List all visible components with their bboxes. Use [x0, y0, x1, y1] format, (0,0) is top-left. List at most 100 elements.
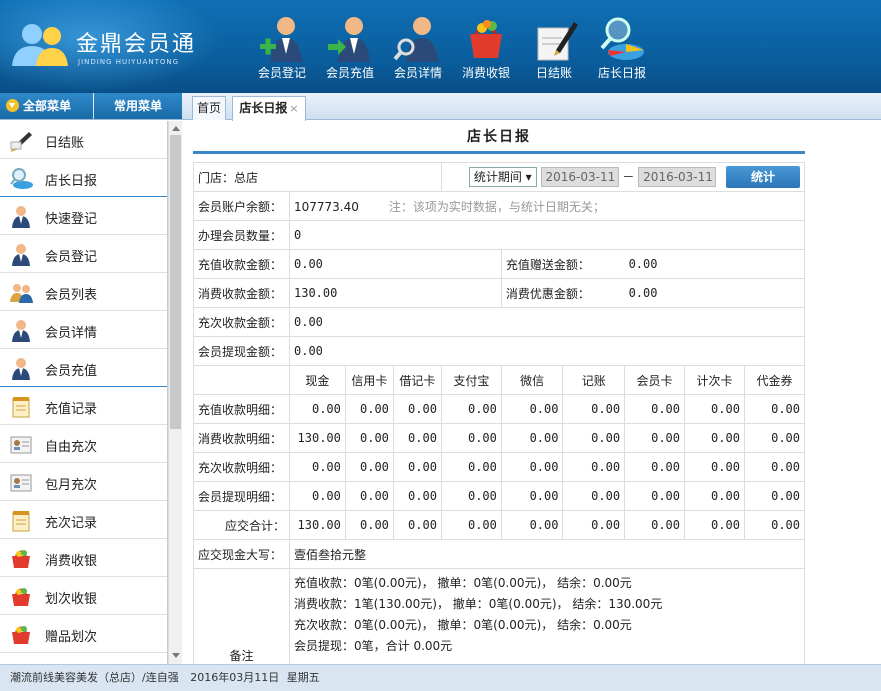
page-title: 店长日报	[193, 121, 805, 154]
cashier-basket-icon	[470, 20, 502, 58]
sidebar-item-label: 划次收银	[45, 592, 98, 607]
basket-icon	[12, 588, 30, 606]
withdraw-label: 会员提现金额：	[193, 336, 290, 366]
consume-value: 130.00	[289, 278, 502, 308]
tab-common-menu[interactable]: 常用菜单	[94, 93, 182, 119]
table-cell: 0.00	[392, 452, 442, 482]
remark-line: 消费收款：1笔(130.00元)， 撤单：0笔(0.00元)， 结余：130.0…	[294, 597, 663, 611]
date-from-input[interactable]: 2016-03-11	[540, 167, 619, 187]
tab-all-menu[interactable]: 全部菜单	[0, 93, 93, 119]
recharge-gift-value: 0.00	[624, 249, 805, 279]
table-cell: 0.00	[562, 481, 626, 511]
daily-settle-icon	[537, 22, 578, 61]
table-cell: 0.00	[624, 481, 686, 511]
column-header: 借记卡	[392, 365, 442, 395]
table-row: 会员提现明细： 0.00 0.00 0.00 0.00 0.00 0.00 0.00 0.00 0…	[193, 481, 806, 511]
nav-daily-settle[interactable]: 日结账	[520, 14, 588, 84]
consume-label: 消费收款金额：	[193, 278, 290, 308]
sidebar-item[interactable]: 包月充次	[0, 463, 167, 501]
period-select[interactable]: 统计期间 ▾	[468, 167, 537, 187]
sidebar-item[interactable]: 会员登记	[0, 235, 167, 273]
sidebar-item[interactable]: 会员列表	[0, 273, 167, 311]
row-label: 会员提现明细：	[193, 481, 290, 511]
nav-manager-report[interactable]: 店长日报	[588, 14, 656, 84]
close-icon[interactable]: ×	[289, 102, 298, 115]
notepad-icon	[12, 511, 30, 532]
sidebar-item[interactable]: 店长日报	[0, 159, 167, 197]
nav-label: 消费收银	[461, 66, 510, 80]
sidebar-item-label: 包月充次	[45, 478, 98, 493]
report-table: 门店：总店 统计期间 ▾ 2016-03-11 － 2016-03-11 统计 …	[193, 162, 806, 664]
sidebar-scrollbar[interactable]	[168, 121, 182, 664]
table-cell: 0.00	[500, 510, 564, 540]
balance-value: 107773.40	[294, 199, 359, 214]
sidebar-item[interactable]: 快速登记	[0, 197, 167, 235]
sidebar-item[interactable]: 会员充值	[0, 349, 167, 387]
chevron-down-icon	[6, 99, 19, 112]
tab-home[interactable]: 首页	[192, 96, 226, 120]
sidebar-item[interactable]: 消费收银	[0, 539, 167, 577]
table-row: 充值收款明细： 0.00 0.00 0.00 0.00 0.00 0.00 0.00 0.00 0…	[193, 394, 806, 424]
sidebar-item-label: 自由充次	[45, 440, 98, 455]
sidebar-item-label: 日结账	[45, 136, 85, 151]
nav-member-recharge[interactable]: 会员充值	[316, 14, 384, 84]
recharge-row: 充值收款金额： 0.00 充值赠送金额： 0.00	[193, 249, 805, 279]
footer-date: 2016年03月11日	[190, 671, 280, 684]
remark-line: 充值收款：0笔(0.00元)， 撤单：0笔(0.00元)， 结余：0.00元	[294, 576, 632, 590]
table-cell: 0.00	[743, 510, 806, 540]
new-members-label: 办理会员数量：	[193, 220, 290, 250]
sidebar-item[interactable]: 日结账	[0, 121, 167, 159]
scroll-up-icon[interactable]	[172, 126, 180, 131]
nav-member-detail[interactable]: 会员详情	[384, 14, 452, 84]
nav-label: 日结账	[535, 66, 572, 80]
table-cell: 0.00	[440, 452, 502, 482]
table-cell: 0.00	[289, 481, 346, 511]
stat-button[interactable]: 统计	[726, 166, 800, 188]
sidebar-item[interactable]: 自由充次	[0, 425, 167, 463]
table-cell: 0.00	[392, 510, 442, 540]
member-register-icon	[260, 17, 302, 62]
table-cell: 0.00	[624, 510, 686, 540]
sidebar-item-label: 会员详情	[45, 326, 98, 341]
member-detail-icon	[393, 17, 438, 62]
manager-report-icon	[600, 17, 644, 60]
column-header: 计次卡	[684, 365, 745, 395]
tab-bar: 全部菜单 常用菜单 首页 店长日报 ×	[0, 93, 881, 121]
table-cell: 0.00	[743, 394, 806, 424]
notepad-icon	[12, 397, 30, 418]
column-header: 微信	[500, 365, 564, 395]
app-header: 金鼎会员通 JINDING HUIYUANTONG 会员登记 会员充值 会员详情	[0, 0, 881, 93]
date-to-input[interactable]: 2016-03-11	[638, 167, 717, 187]
sidebar-item-label: 快速登记	[45, 212, 98, 227]
nav-member-register[interactable]: 会员登记	[248, 14, 316, 84]
table-cell: 0.00	[624, 394, 686, 424]
scroll-down-icon[interactable]	[172, 653, 180, 658]
sidebar-item[interactable]: 充值记录	[0, 387, 167, 425]
column-header: 代金券	[743, 365, 806, 395]
sidebar-item[interactable]: 会员详情	[0, 311, 167, 349]
scroll-thumb[interactable]	[170, 135, 181, 429]
nav-cashier[interactable]: 消费收银	[452, 14, 520, 84]
cash-upper-value: 壹佰叁拾元整	[289, 539, 805, 569]
sidebar-item[interactable]: 赠品划次	[0, 615, 167, 653]
brand-name: 金鼎会员通	[76, 32, 197, 57]
row-label: 消费收款明细：	[193, 423, 290, 453]
sidebar-item[interactable]: 充次记录	[0, 501, 167, 539]
new-members-value: 0	[289, 220, 805, 250]
row-label: 应交合计：	[193, 510, 290, 540]
remarks-label: 备注	[193, 568, 290, 664]
table-cell: 0.00	[562, 423, 626, 453]
balance-label: 会员账户余额：	[193, 191, 290, 221]
sidebar-item-label: 充次记录	[45, 516, 98, 531]
header-blank	[193, 365, 290, 395]
table-cell: 0.00	[344, 452, 394, 482]
remarks-row: 备注 充值收款：0笔(0.00元)， 撤单：0笔(0.00元)， 结余：0.00…	[193, 568, 805, 664]
table-cell: 0.00	[743, 481, 806, 511]
table-cell: 0.00	[392, 481, 442, 511]
balance-cell: 107773.40 注：该项为实时数据，与统计日期无关；	[289, 191, 805, 221]
tab-manager-daily[interactable]: 店长日报 ×	[232, 96, 306, 121]
logo-icon	[12, 24, 68, 66]
column-header: 记账	[562, 365, 626, 395]
sidebar-item[interactable]: 划次收银	[0, 577, 167, 615]
remarks-cell: 充值收款：0笔(0.00元)， 撤单：0笔(0.00元)， 结余：0.00元 消…	[289, 568, 805, 664]
